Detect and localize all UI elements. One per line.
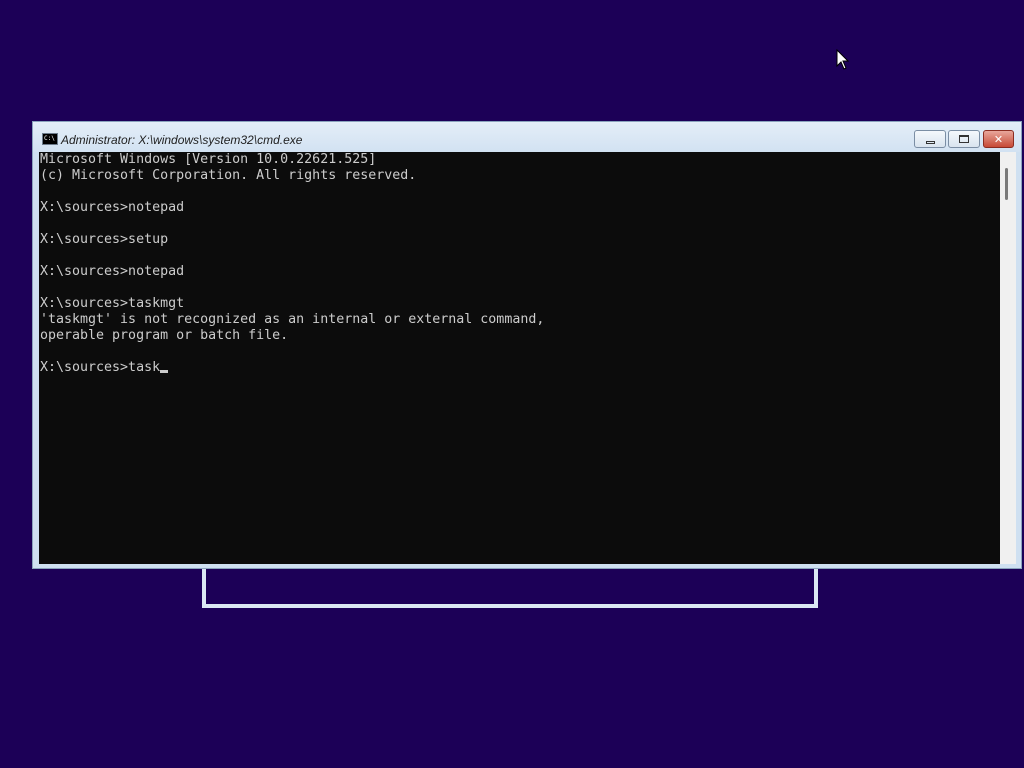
cmd-window[interactable]: Administrator: X:\windows\system32\cmd.e… — [32, 121, 1022, 569]
console-line: X:\sources>notepad — [40, 200, 185, 215]
minimize-button[interactable] — [914, 130, 946, 148]
minimize-icon — [925, 140, 935, 144]
mouse-pointer-icon — [836, 49, 850, 70]
maximize-button[interactable] — [948, 130, 980, 148]
close-button[interactable]: ✕ — [983, 130, 1014, 148]
console-line: Microsoft Windows [Version 10.0.22621.52… — [40, 152, 377, 167]
scrollbar-thumb[interactable] — [1005, 168, 1008, 200]
window-title: Administrator: X:\windows\system32\cmd.e… — [61, 133, 303, 147]
current-command-input[interactable]: X:\sources>task — [40, 360, 160, 375]
console-line: (c) Microsoft Corporation. All rights re… — [40, 168, 417, 183]
command-prompt-line[interactable]: X:\sources>task — [39, 360, 1000, 376]
maximize-icon — [959, 135, 969, 143]
console-line: operable program or batch file. — [40, 328, 289, 343]
console-line: 'taskmgt' is not recognized as an intern… — [40, 312, 545, 327]
console-line: X:\sources>notepad — [40, 264, 185, 279]
console-line: X:\sources>setup — [40, 232, 169, 247]
close-icon: ✕ — [993, 132, 1004, 146]
vertical-scrollbar[interactable] — [1000, 152, 1016, 564]
console-output[interactable]: Microsoft Windows [Version 10.0.22621.52… — [39, 152, 1000, 564]
console-line: X:\sources>taskmgt — [40, 296, 185, 311]
text-cursor — [160, 370, 169, 373]
cmd-icon — [42, 133, 58, 145]
title-bar[interactable]: Administrator: X:\windows\system32\cmd.e… — [33, 122, 1021, 152]
